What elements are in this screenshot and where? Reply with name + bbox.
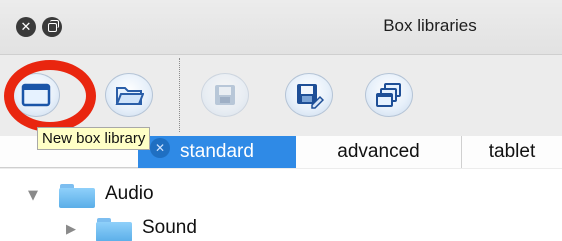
disk-icon bbox=[215, 85, 235, 105]
library-tree: ▼ Audio ▶ Sound bbox=[0, 169, 562, 241]
tab-tablet[interactable]: tablet bbox=[462, 136, 562, 168]
toolbar: New box library bbox=[0, 56, 562, 150]
tree-item-audio[interactable]: ▼ Audio bbox=[0, 182, 562, 218]
collapsed-triangle-icon[interactable]: ▶ bbox=[66, 222, 76, 237]
folder-icon bbox=[59, 182, 95, 208]
restore-window-icon[interactable] bbox=[42, 17, 62, 37]
close-window-icon[interactable]: ✕ bbox=[16, 17, 36, 37]
duplicate-box-library-button[interactable] bbox=[365, 73, 413, 117]
tree-item-label: Audio bbox=[105, 183, 154, 204]
tooltip: New box library bbox=[37, 127, 151, 150]
highlight-circle bbox=[4, 60, 96, 132]
tab-advanced[interactable]: advanced bbox=[296, 136, 462, 168]
toolbar-separator bbox=[179, 58, 180, 132]
folder-icon bbox=[115, 87, 144, 105]
tree-item-label: Sound bbox=[142, 217, 197, 238]
open-box-library-button[interactable] bbox=[105, 73, 153, 117]
title-bar: ✕ Box libraries bbox=[0, 0, 562, 55]
folder-icon bbox=[96, 216, 132, 241]
save-box-library-button[interactable] bbox=[201, 73, 249, 117]
window-title: Box libraries bbox=[383, 16, 477, 35]
tree-item-sound[interactable]: ▶ Sound bbox=[0, 216, 562, 241]
stacked-windows-icon bbox=[376, 83, 401, 107]
expanded-triangle-icon[interactable]: ▼ bbox=[28, 188, 38, 203]
save-as-box-library-button[interactable] bbox=[285, 73, 333, 117]
disk-edit-icon bbox=[297, 84, 324, 109]
tab-close-icon[interactable]: ✕ bbox=[150, 138, 170, 158]
